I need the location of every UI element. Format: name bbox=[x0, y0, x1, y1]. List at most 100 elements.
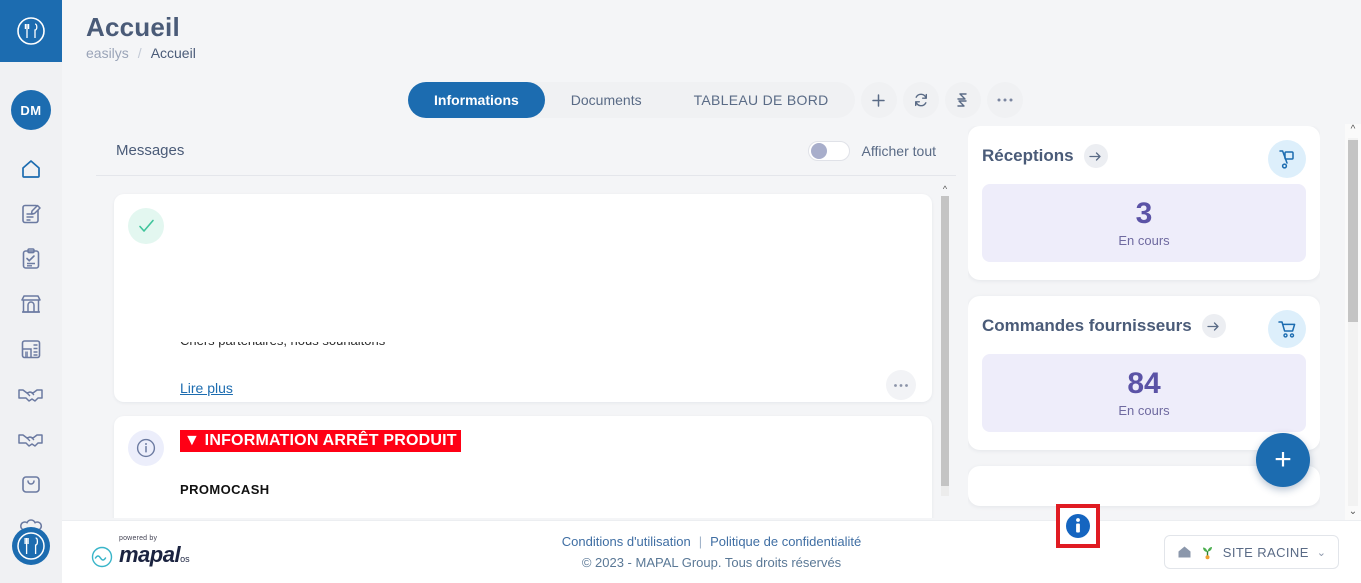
refresh-icon bbox=[914, 93, 927, 107]
shopping-bag-icon bbox=[22, 475, 40, 493]
site-selector-label: SITE RACINE bbox=[1222, 544, 1309, 560]
tab-tableau-de-bord[interactable]: TABLEAU DE BORD bbox=[668, 82, 855, 118]
create-button[interactable]: + bbox=[1256, 433, 1310, 487]
sidebar-item-invoices[interactable] bbox=[0, 326, 62, 371]
widget-receptions[interactable]: Réceptions 3 En cours bbox=[968, 126, 1320, 280]
widget-header: Réceptions bbox=[982, 144, 1306, 168]
message-body-text: Chers partenaires, nous souhaitons bbox=[180, 342, 560, 348]
hand-truck-icon bbox=[1279, 150, 1294, 169]
chevron-down-icon: ⌄ bbox=[1316, 546, 1326, 559]
cutlery-circle-logo bbox=[12, 527, 50, 565]
sidebar-item-tasks[interactable] bbox=[0, 236, 62, 281]
site-selector[interactable]: SITE RACINE ⌄ bbox=[1163, 535, 1339, 569]
sidebar-bottom-logo[interactable] bbox=[11, 526, 51, 571]
stat-label: En cours bbox=[1118, 233, 1170, 249]
widget-title: Commandes fournisseurs bbox=[982, 316, 1192, 335]
show-all-toggle[interactable] bbox=[807, 140, 850, 161]
arrow-right-icon bbox=[1089, 151, 1101, 161]
messages-scroll-area: Chers partenaires, nous souhaitons Lire … bbox=[96, 176, 956, 518]
breadcrumb-separator: / bbox=[137, 45, 142, 61]
home-icon bbox=[1178, 546, 1191, 558]
sidebar-nav bbox=[0, 146, 62, 551]
tab-documents[interactable]: Documents bbox=[545, 82, 668, 118]
widget-icon-wrap bbox=[1268, 140, 1306, 178]
widget-commandes-fournisseurs[interactable]: Commandes fournisseurs 84 En cours bbox=[968, 296, 1320, 450]
message-status-icon bbox=[128, 208, 164, 244]
page-title: Accueil bbox=[86, 12, 180, 42]
messages-panel: Messages Afficher tout Chers partenaires… bbox=[96, 126, 956, 518]
sidebar-item-suppliers[interactable] bbox=[0, 371, 62, 416]
sidebar: DM bbox=[0, 0, 62, 583]
scroll-up-arrow[interactable]: ^ bbox=[938, 184, 952, 194]
info-button[interactable] bbox=[1056, 504, 1100, 548]
alert-banner: ▼ INFORMATION ARRÊT PRODUIT bbox=[180, 430, 461, 452]
info-circle-icon bbox=[136, 438, 156, 458]
handshake-alt-icon bbox=[18, 433, 43, 447]
sort-button[interactable] bbox=[944, 82, 981, 118]
read-more-link[interactable]: Lire plus bbox=[180, 380, 233, 396]
arrow-right-icon bbox=[1207, 321, 1219, 331]
breadcrumb-parent[interactable]: easilys bbox=[86, 45, 129, 61]
cutlery-circle-logo bbox=[17, 17, 45, 45]
tabs-row: Informations Documents TABLEAU DE BORD bbox=[408, 82, 1023, 118]
add-button[interactable] bbox=[860, 82, 897, 118]
breadcrumb: easilys / Accueil bbox=[86, 45, 196, 61]
plus-icon bbox=[872, 93, 885, 107]
shopping-cart-icon bbox=[1278, 321, 1296, 338]
ellipsis-icon bbox=[894, 383, 908, 387]
more-options-button[interactable] bbox=[986, 82, 1023, 118]
scrollbar-thumb[interactable] bbox=[1348, 140, 1358, 322]
scroll-down-arrow[interactable]: ⌄ bbox=[1345, 506, 1361, 520]
brand-logo[interactable] bbox=[0, 0, 62, 62]
messages-scrollbar[interactable]: ^ bbox=[938, 184, 952, 510]
info-icon bbox=[1066, 514, 1090, 538]
sort-icon bbox=[957, 93, 967, 107]
invoice-building-icon bbox=[21, 339, 41, 358]
sprout-icon bbox=[1202, 546, 1212, 559]
tab-informations[interactable]: Informations bbox=[408, 82, 545, 118]
privacy-link[interactable]: Politique de confidentialité bbox=[710, 534, 861, 549]
widget-title: Réceptions bbox=[982, 146, 1074, 165]
avatar[interactable]: DM bbox=[11, 90, 51, 130]
show-all-label: Afficher tout bbox=[861, 142, 936, 159]
terms-link[interactable]: Conditions d'utilisation bbox=[562, 534, 691, 549]
ellipsis-icon bbox=[997, 98, 1013, 102]
stat-value: 84 bbox=[1127, 366, 1161, 400]
message-status-icon bbox=[128, 430, 164, 466]
store-icon bbox=[21, 294, 41, 313]
supplier-name: PROMOCASH bbox=[180, 482, 270, 497]
page-scrollbar[interactable]: ^ ⌄ bbox=[1345, 124, 1361, 520]
home-icon bbox=[22, 159, 40, 178]
scrollbar-thumb[interactable] bbox=[941, 196, 949, 486]
messages-header: Messages Afficher tout bbox=[96, 126, 956, 176]
app-root: DM Accueil easilys / Accueil Information… bbox=[0, 0, 1361, 583]
message-card[interactable]: Chers partenaires, nous souhaitons Lire … bbox=[114, 194, 932, 402]
message-clipped-text: Chers partenaires, nous souhaitons bbox=[180, 342, 560, 354]
check-circle-icon bbox=[139, 219, 154, 232]
document-edit-icon bbox=[22, 204, 41, 223]
messages-title: Messages bbox=[116, 142, 185, 159]
refresh-button[interactable] bbox=[902, 82, 939, 118]
widget-open-button[interactable] bbox=[1083, 144, 1108, 168]
sidebar-item-partners[interactable] bbox=[0, 416, 62, 461]
breadcrumb-current: Accueil bbox=[150, 45, 196, 61]
footer: powered by mapalos Conditions d'utilisat… bbox=[62, 520, 1361, 583]
sidebar-item-documents[interactable] bbox=[0, 191, 62, 236]
sidebar-item-store[interactable] bbox=[0, 281, 62, 326]
clipboard-check-icon bbox=[22, 247, 40, 269]
message-card[interactable]: ▼ INFORMATION ARRÊT PRODUIT PROMOCASH bbox=[114, 416, 932, 518]
widget-header: Commandes fournisseurs bbox=[982, 314, 1306, 338]
sidebar-item-orders[interactable] bbox=[0, 461, 62, 506]
show-all-toggle-group: Afficher tout bbox=[807, 140, 936, 161]
widget-stat: 84 En cours bbox=[982, 354, 1306, 432]
stat-label: En cours bbox=[1118, 403, 1170, 419]
message-more-button[interactable] bbox=[886, 370, 916, 400]
footer-link-separator: | bbox=[698, 534, 703, 549]
tabstrip: Informations Documents TABLEAU DE BORD bbox=[408, 82, 855, 118]
widget-stat: 3 En cours bbox=[982, 184, 1306, 262]
sidebar-item-home[interactable] bbox=[0, 146, 62, 191]
stat-value: 3 bbox=[1135, 196, 1153, 230]
widget-open-button[interactable] bbox=[1201, 314, 1226, 338]
scroll-up-arrow[interactable]: ^ bbox=[1345, 124, 1361, 138]
toggle-knob bbox=[810, 143, 827, 159]
